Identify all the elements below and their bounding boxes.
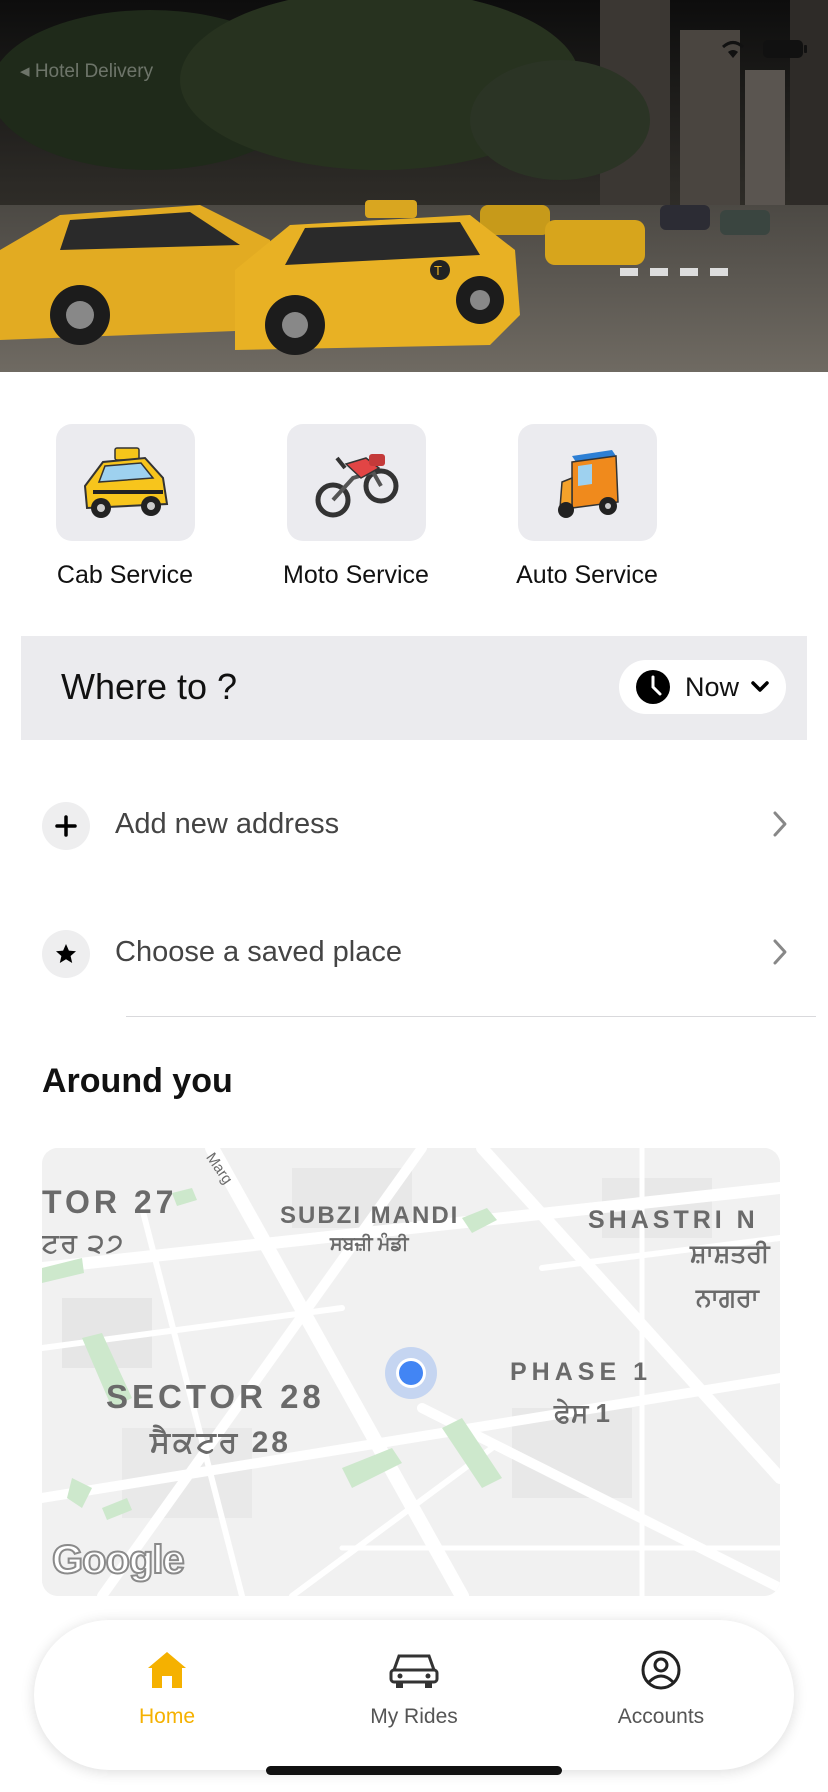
map-label-shastri-nagar: SHASTRI N xyxy=(588,1206,759,1234)
car-icon xyxy=(389,1654,439,1688)
clock-icon xyxy=(636,670,670,704)
map-label-sector-28: SECTOR 28 xyxy=(106,1378,325,1415)
home-indicator[interactable] xyxy=(266,1766,562,1775)
nav-my-rides-label: My Rides xyxy=(370,1705,458,1728)
map-label-sector-28-pa: ਸੈਕਟਰ 28 xyxy=(150,1426,291,1459)
status-icons xyxy=(718,38,808,60)
list-divider xyxy=(126,1016,816,1017)
auto-service-label: Auto Service xyxy=(516,561,658,589)
map-label-phase-1-pa: ਫੇਸ 1 xyxy=(554,1398,610,1428)
svg-text:T: T xyxy=(434,263,442,278)
map-label-subzi-mandi: SUBZI MANDI xyxy=(280,1202,460,1229)
chevron-down-icon xyxy=(751,681,769,692)
choose-saved-place-row[interactable]: Choose a saved place xyxy=(0,906,828,1002)
around-you-map[interactable]: Marg TOR 27 ਟਰ ੨੭ SUBZI MANDI ਸਬਜ਼ੀ ਮੰਡੀ… xyxy=(42,1148,780,1596)
account-icon xyxy=(641,1650,681,1690)
auto-service-button[interactable]: Auto Service xyxy=(487,424,687,590)
add-new-address-label: Add new address xyxy=(115,808,340,840)
nav-accounts-label: Accounts xyxy=(617,1705,705,1728)
status-back-app[interactable]: ◂ Hotel Delivery xyxy=(20,60,153,83)
taxi-street-photo: T xyxy=(0,0,828,372)
map-label-subzi-mandi-pa: ਸਬਜ਼ੀ ਮੰਡੀ xyxy=(330,1234,409,1255)
cab-service-tile[interactable] xyxy=(55,424,195,541)
plus-icon xyxy=(42,802,90,850)
service-options: Cab Service Moto Service Auto Service xyxy=(0,424,828,594)
where-to-label[interactable]: Where to ? xyxy=(61,666,237,708)
motorbike-icon xyxy=(315,453,399,517)
nav-home-label: Home xyxy=(138,1705,196,1728)
map-label-phase-1: PHASE 1 xyxy=(510,1358,652,1386)
nav-home[interactable]: Home xyxy=(67,1650,267,1729)
moto-service-tile[interactable] xyxy=(286,424,426,541)
moto-service-label: Moto Service xyxy=(283,561,429,589)
cab-service-label: Cab Service xyxy=(56,561,194,589)
taxi-car-icon xyxy=(83,446,169,518)
moto-service-button[interactable]: Moto Service xyxy=(256,424,456,590)
map-label-sector-27-pa: ਟਰ ੨੭ xyxy=(42,1228,125,1258)
star-icon xyxy=(42,930,90,978)
where-to-search-bar[interactable]: Where to ? Now xyxy=(21,636,807,740)
cab-service-button[interactable]: Cab Service xyxy=(25,424,225,590)
home-icon xyxy=(148,1652,186,1688)
map-label-sector-27: TOR 27 xyxy=(42,1184,178,1220)
nav-my-rides[interactable]: My Rides xyxy=(314,1650,514,1729)
bottom-navigation-bar: Home My Rides Accounts xyxy=(34,1620,794,1770)
map-label-nagra-pa: ਨਾਗਰਾ xyxy=(696,1284,759,1312)
schedule-time-dropdown[interactable]: Now xyxy=(619,660,786,714)
auto-service-tile[interactable] xyxy=(517,424,657,541)
choose-saved-place-label: Choose a saved place xyxy=(115,936,402,968)
auto-rickshaw-icon xyxy=(558,449,619,518)
schedule-time-label: Now xyxy=(685,671,740,702)
hero-banner-image: T ◂ Hotel Delivery xyxy=(0,0,828,372)
chevron-right-icon xyxy=(773,811,787,837)
map-label-shastri-nagar-pa: ਸ਼ਾਸ਼ਤਰੀ xyxy=(690,1240,770,1268)
wifi-icon xyxy=(721,41,745,58)
add-new-address-row[interactable]: Add new address xyxy=(0,778,828,874)
nav-accounts[interactable]: Accounts xyxy=(561,1650,761,1729)
google-attribution-logo: Google xyxy=(51,1537,186,1583)
chevron-right-icon xyxy=(773,939,787,965)
around-you-heading: Around you xyxy=(42,1062,233,1100)
battery-icon xyxy=(763,40,807,58)
